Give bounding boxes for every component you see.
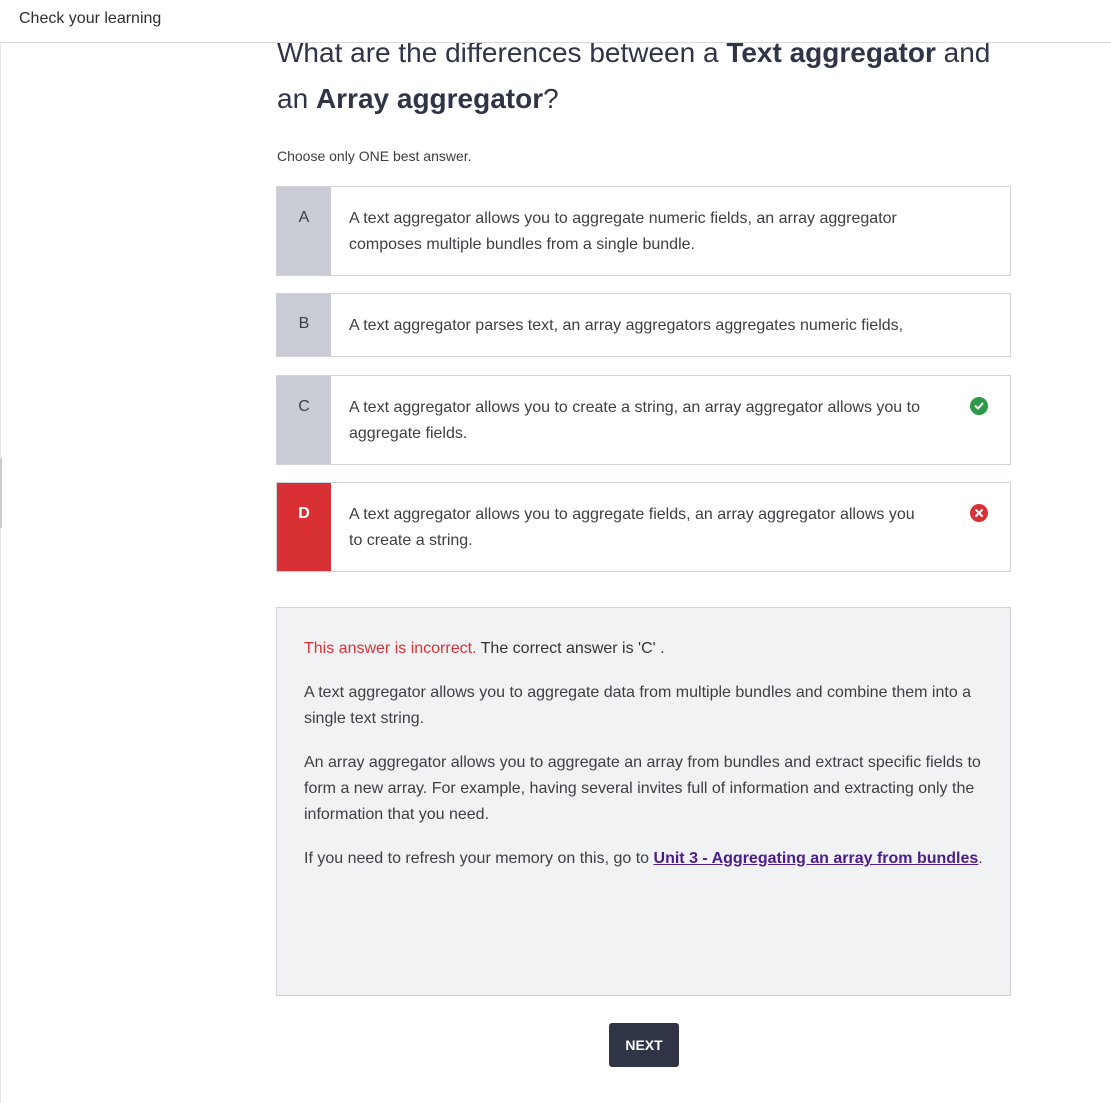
feedback-refresh-paragraph: If you need to refresh your memory on th… <box>304 846 983 872</box>
refresh-text: If you need to refresh your memory on th… <box>304 850 654 867</box>
feedback-paragraph: A text aggregator allows you to aggregat… <box>304 684 972 727</box>
option-text: A text aggregator allows you to create a… <box>349 399 920 442</box>
left-edge-handle <box>0 458 2 528</box>
feedback-heading: This answer is incorrect. The correct an… <box>304 636 983 662</box>
answer-option-b[interactable]: B A text aggregator parses text, an arra… <box>276 293 1011 357</box>
feedback-panel: This answer is incorrect. The correct an… <box>276 607 1011 996</box>
option-status-empty <box>948 187 1010 275</box>
option-text: A text aggregator allows you to aggregat… <box>349 506 915 549</box>
option-letter: C <box>277 376 331 464</box>
answer-instruction: Choose only ONE best answer. <box>277 148 472 164</box>
option-status <box>948 376 1010 464</box>
feedback-incorrect-label: This answer is incorrect. <box>304 640 477 657</box>
feedback-correct-answer: The correct answer is 'C' . <box>476 640 665 657</box>
option-text: A text aggregator parses text, an array … <box>349 317 904 334</box>
answer-option-a[interactable]: A A text aggregator allows you to aggreg… <box>276 186 1011 276</box>
option-status <box>948 483 1010 571</box>
option-letter: D <box>277 483 331 571</box>
x-circle-icon <box>970 504 988 522</box>
option-text: A text aggregator allows you to aggregat… <box>349 210 897 253</box>
unit-3-link[interactable]: Unit 3 - Aggregating an array from bundl… <box>654 850 979 867</box>
refresh-suffix: . <box>978 850 983 867</box>
answer-option-c[interactable]: C A text aggregator allows you to create… <box>276 375 1011 465</box>
feedback-paragraph: An array aggregator allows you to aggreg… <box>304 754 981 823</box>
option-letter: B <box>277 294 331 356</box>
question-suffix: ? <box>543 83 559 114</box>
question-heading: What are the differences between a Text … <box>277 30 1017 122</box>
top-bar: Check your learning <box>0 0 1111 43</box>
question-term-array-aggregator: Array aggregator <box>315 83 544 114</box>
next-button[interactable]: NEXT <box>609 1023 679 1067</box>
answer-option-d[interactable]: D A text aggregator allows you to aggreg… <box>276 482 1011 572</box>
check-circle-icon <box>970 397 988 415</box>
option-letter: A <box>277 187 331 275</box>
option-status-empty <box>948 294 1010 356</box>
page-title: Check your learning <box>19 10 162 27</box>
